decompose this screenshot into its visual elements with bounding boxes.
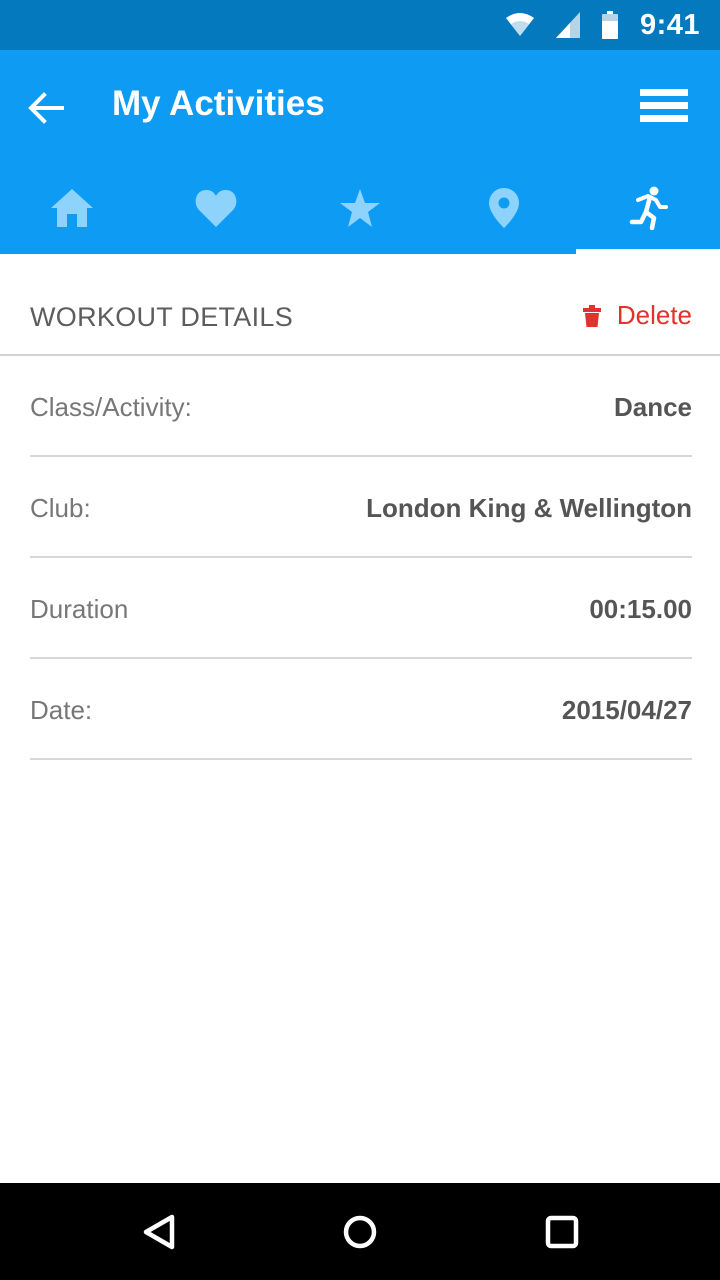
detail-label: Date: (30, 695, 93, 725)
detail-label: Club: (30, 493, 91, 523)
hamburger-menu-icon (640, 89, 688, 122)
location-pin-icon (489, 188, 519, 228)
back-triangle-icon (143, 1214, 175, 1250)
cellular-signal-icon (555, 12, 580, 38)
detail-row-duration: Duration 00:15.00 (30, 558, 692, 659)
delete-button[interactable]: Delete (582, 300, 692, 331)
recents-square-icon (545, 1215, 579, 1249)
home-icon (51, 189, 93, 227)
workout-details-list: Class/Activity: Dance Club: London King … (30, 356, 692, 760)
detail-label: Duration (30, 594, 129, 624)
selected-tab-indicator (576, 249, 720, 254)
system-navigation-bar (0, 1183, 720, 1280)
delete-label: Delete (616, 300, 692, 330)
section-title: WORKOUT DETAILS (30, 302, 294, 332)
detail-value: London King & Wellington (366, 493, 692, 523)
detail-row-activity: Class/Activity: Dance (30, 356, 692, 457)
arrow-left-icon (28, 92, 64, 124)
tab-activities[interactable] (576, 162, 720, 254)
tab-locations[interactable] (432, 162, 576, 254)
tab-bar (0, 162, 720, 254)
status-time: 9:41 (639, 8, 700, 41)
running-person-icon (629, 186, 668, 230)
back-button[interactable] (22, 84, 70, 132)
status-bar: 9:41 (0, 0, 720, 50)
tab-favorites[interactable] (144, 162, 288, 254)
trash-icon (582, 304, 601, 327)
star-icon (340, 189, 380, 227)
menu-button[interactable] (632, 82, 696, 130)
detail-row-club: Club: London King & Wellington (30, 457, 692, 558)
section-header: WORKOUT DETAILS Delete (0, 256, 720, 356)
heart-icon (195, 189, 237, 227)
tab-home[interactable] (0, 162, 144, 254)
app-bar: My Activities (0, 50, 720, 254)
detail-value: 00:15.00 (589, 594, 692, 624)
detail-label: Class/Activity: (30, 392, 192, 422)
detail-value: 2015/04/27 (561, 695, 692, 725)
home-circle-icon (343, 1215, 377, 1249)
page-title: My Activities (112, 84, 325, 123)
detail-row-date: Date: 2015/04/27 (30, 659, 692, 760)
tab-starred[interactable] (288, 162, 432, 254)
nav-home-button[interactable] (335, 1207, 385, 1257)
wifi-icon (505, 12, 534, 38)
nav-recents-button[interactable] (537, 1207, 587, 1257)
detail-value: Dance (613, 392, 692, 422)
nav-back-button[interactable] (134, 1207, 184, 1257)
toolbar: My Activities (0, 50, 720, 162)
battery-icon (601, 11, 618, 39)
